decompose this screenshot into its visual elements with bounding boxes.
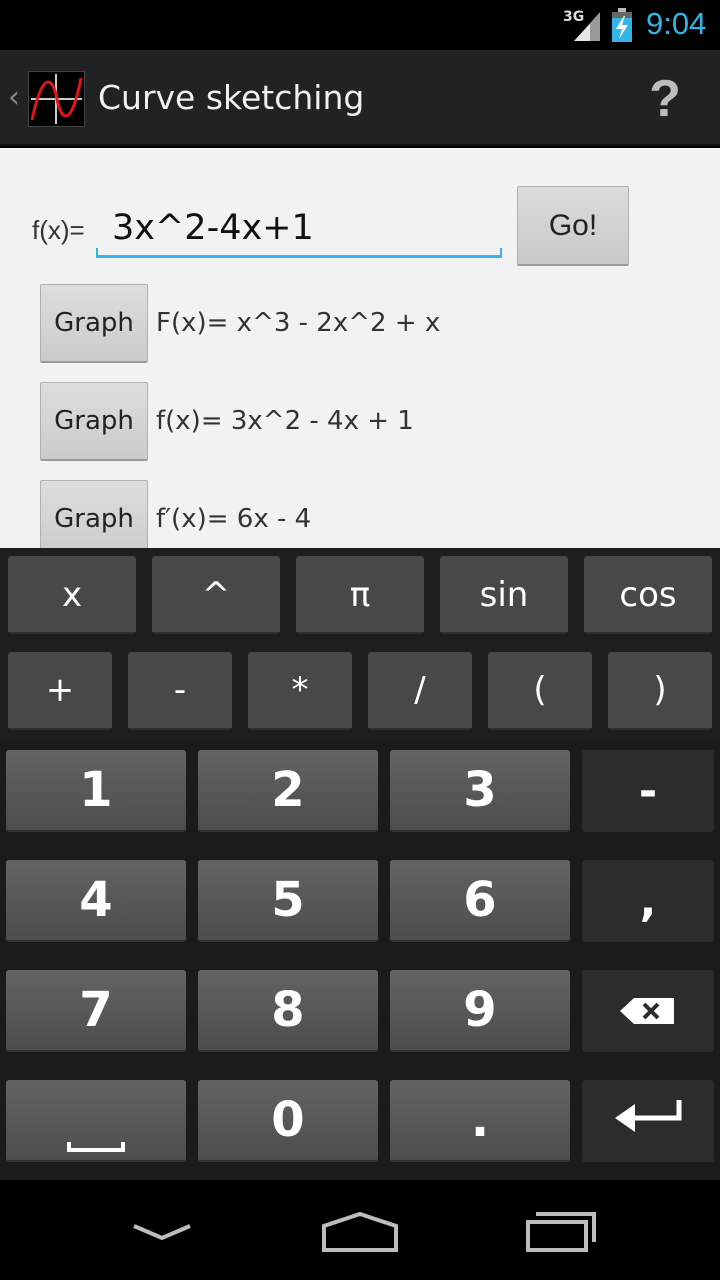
result-row-function: Graph f(x)= 3x^2 - 4x + 1	[40, 382, 700, 462]
antiderivative-formula: F(x)= x^3 - 2x^2 + x	[156, 308, 441, 338]
key-4[interactable]: 4	[6, 860, 186, 942]
content-area: f(x)= Go! Graph F(x)= x^3 - 2x^2 + x Gra…	[0, 148, 720, 548]
key-minus[interactable]: -	[582, 750, 714, 832]
graph-button[interactable]: Graph	[40, 480, 148, 548]
navigation-bar	[0, 1180, 720, 1280]
key-cos[interactable]: cos	[584, 556, 712, 634]
space-key[interactable]	[6, 1080, 186, 1162]
key-sin[interactable]: sin	[440, 556, 568, 634]
chevron-left-icon[interactable]: ‹	[8, 80, 20, 115]
action-bar: ‹ Curve sketching ?	[0, 50, 720, 146]
graph-button[interactable]: Graph	[40, 382, 148, 461]
backspace-key[interactable]	[582, 970, 714, 1052]
key-x[interactable]: x	[8, 556, 136, 634]
function-formula: f(x)= 3x^2 - 4x + 1	[156, 406, 414, 436]
key-pi[interactable]: π	[296, 556, 424, 634]
recent-apps-icon[interactable]	[502, 1198, 622, 1262]
help-button[interactable]: ?	[630, 64, 700, 134]
function-label: f(x)=	[32, 215, 85, 245]
key-7[interactable]: 7	[6, 970, 186, 1052]
key-8[interactable]: 8	[198, 970, 378, 1052]
key-2[interactable]: 2	[198, 750, 378, 832]
key-open-paren[interactable]: (	[488, 652, 592, 730]
derivative-formula: f′(x)= 6x - 4	[156, 504, 312, 534]
key-0[interactable]: 0	[198, 1080, 378, 1162]
result-row-derivative: Graph f′(x)= 6x - 4	[40, 480, 700, 548]
key-caret[interactable]: ^	[152, 556, 280, 634]
battery-charging-icon	[612, 8, 632, 42]
key-6[interactable]: 6	[390, 860, 570, 942]
enter-icon	[615, 1099, 682, 1132]
input-underline	[96, 248, 502, 258]
app-title: Curve sketching	[98, 78, 365, 117]
status-bar: 3G 9:04	[0, 0, 720, 50]
key-plus[interactable]: +	[8, 652, 112, 730]
key-3[interactable]: 3	[390, 750, 570, 832]
backspace-icon	[620, 997, 674, 1024]
status-time: 9:04	[646, 6, 707, 41]
home-icon[interactable]	[300, 1198, 420, 1262]
enter-key[interactable]	[582, 1080, 714, 1162]
back-icon[interactable]	[102, 1198, 222, 1262]
graph-button[interactable]: Graph	[40, 284, 148, 363]
key-divide[interactable]: /	[368, 652, 472, 730]
key-9[interactable]: 9	[390, 970, 570, 1052]
key-comma[interactable]: ,	[582, 860, 714, 942]
key-5[interactable]: 5	[198, 860, 378, 942]
go-button[interactable]: Go!	[517, 186, 629, 266]
space-icon	[67, 1142, 125, 1152]
signal-icon	[574, 12, 600, 41]
keyboard: x ^ π sin cos + - * / ( ) 1 2 3 - 4 5 6 …	[0, 548, 720, 1180]
key-dot[interactable]: .	[390, 1080, 570, 1162]
key-close-paren[interactable]: )	[608, 652, 712, 730]
result-row-antiderivative: Graph F(x)= x^3 - 2x^2 + x	[40, 284, 700, 364]
curve-graph-icon[interactable]	[28, 71, 85, 127]
key-multiply[interactable]: *	[248, 652, 352, 730]
key-minus-op[interactable]: -	[128, 652, 232, 730]
key-1[interactable]: 1	[6, 750, 186, 832]
